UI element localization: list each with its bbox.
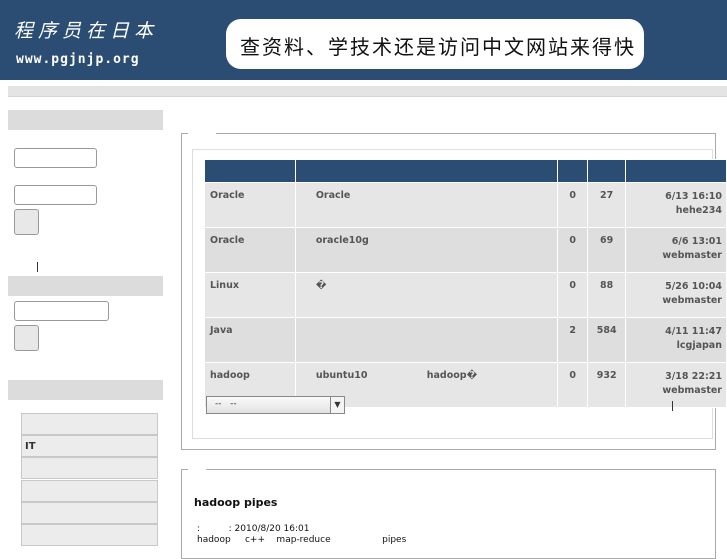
article-panel [181, 469, 716, 559]
topic-category[interactable]: Oracle [204, 182, 296, 228]
chevron-down-icon[interactable]: ▼ [330, 397, 344, 413]
nav-strip [8, 86, 727, 97]
topic-replies: 0 [556, 272, 589, 318]
topic-last-post: 4/11 11:47 lcgjapan [624, 317, 727, 363]
header-cell [587, 159, 626, 183]
topic-views: 932 [587, 362, 626, 408]
table-row: Linux � 0 88 5/26 10:04 webmaster [204, 272, 727, 318]
header-cell [294, 159, 558, 183]
password-input[interactable] [14, 185, 97, 205]
banner-slogan: 查资料、学技术还是访问中文网站来得快 [240, 35, 636, 59]
post-time: 5/26 10:04 [665, 281, 722, 292]
sidebar-login-header [8, 110, 163, 130]
post-time: 4/11 11:47 [665, 326, 722, 337]
site-header: 程序员在日本 www.pgjnjp.org 查资料、学技术还是访问中文网站来得快 [0, 0, 727, 80]
post-time: 3/18 22:21 [665, 371, 722, 382]
topic-subject[interactable]: � [294, 272, 558, 318]
topic-category[interactable]: Oracle [204, 227, 296, 273]
topic-last-post: 6/6 13:01 webmaster [624, 227, 727, 273]
topic-replies: 0 [556, 182, 589, 228]
text-caret [672, 401, 673, 411]
site-logo-title[interactable]: 程序员在日本 [14, 16, 158, 43]
article-meta: : : 2010/8/20 16:01 [197, 524, 310, 534]
topic-category[interactable]: Java [204, 317, 296, 363]
panel-legend [188, 467, 206, 471]
login-button[interactable] [14, 209, 39, 235]
sidebar-menu-header [8, 380, 163, 400]
post-user[interactable]: webmaster [662, 385, 722, 396]
sidebar-search-header [8, 276, 163, 296]
sidebar-menu-item[interactable] [21, 502, 158, 524]
header-cell [624, 159, 727, 183]
topic-last-post: 6/13 16:10 hehe234 [624, 182, 727, 228]
header-cell [204, 159, 296, 183]
topic-last-post: 3/18 22:21 webmaster [624, 362, 727, 408]
topic-replies: 0 [556, 227, 589, 273]
header-banner: 查资料、学技术还是访问中文网站来得快 [226, 19, 644, 69]
post-user[interactable]: hehe234 [676, 205, 722, 216]
sidebar-menu-item[interactable] [21, 480, 158, 502]
topic-table: Oracle Oracle 0 27 6/13 16:10 hehe234 Ora… [204, 159, 727, 408]
post-time: 6/6 13:01 [671, 236, 722, 247]
search-button[interactable] [14, 325, 39, 351]
table-row: Oracle oracle10g 0 69 6/6 13:01 webmaster [204, 227, 727, 273]
panel-legend [188, 131, 216, 135]
topic-views: 584 [587, 317, 626, 363]
topic-replies: 0 [556, 362, 589, 408]
sidebar-menu-item-it[interactable]: IT [21, 435, 158, 457]
topic-category[interactable]: Linux [204, 272, 296, 318]
topic-subject[interactable] [294, 317, 558, 363]
text-caret [37, 262, 38, 272]
post-user[interactable]: lcgjapan [677, 340, 722, 351]
article-snippet: hadoop c++ map-reduce pipes [197, 535, 407, 545]
post-time: 6/13 16:10 [665, 191, 722, 202]
search-input[interactable] [14, 301, 109, 321]
username-input[interactable] [14, 148, 97, 168]
topic-views: 88 [587, 272, 626, 318]
topic-last-post: 5/26 10:04 webmaster [624, 272, 727, 318]
post-user[interactable]: webmaster [662, 250, 722, 261]
sidebar-menu-item[interactable] [21, 413, 158, 435]
site-logo-url[interactable]: www.pgjnjp.org [16, 52, 140, 67]
table-header-row [204, 159, 727, 183]
page-select-value: -- -- [215, 399, 237, 409]
topic-views: 69 [587, 227, 626, 273]
table-row: Java 2 584 4/11 11:47 lcgjapan [204, 317, 727, 363]
table-row: Oracle Oracle 0 27 6/13 16:10 hehe234 [204, 182, 727, 228]
sidebar-menu-item[interactable] [21, 457, 158, 479]
topic-replies: 2 [556, 317, 589, 363]
page-select[interactable]: -- -- ▼ [206, 396, 345, 414]
topic-subject[interactable]: oracle10g [294, 227, 558, 273]
article-title[interactable]: hadoop pipes [194, 496, 277, 509]
topic-subject[interactable]: Oracle [294, 182, 558, 228]
post-user[interactable]: webmaster [662, 295, 722, 306]
header-cell [556, 159, 589, 183]
topic-views: 27 [587, 182, 626, 228]
sidebar-menu-item[interactable] [21, 524, 158, 546]
